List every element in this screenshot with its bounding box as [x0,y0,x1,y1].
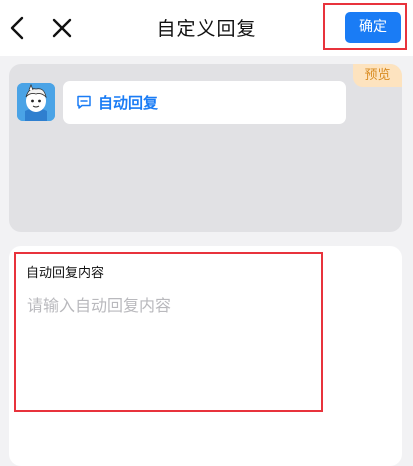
message-square-icon [76,94,92,110]
preview-panel: 预览 自动回复 [9,64,402,232]
auto-reply-preview-bubble: 自动回复 [63,81,346,124]
reply-content-label: 自动回复内容 [26,266,105,281]
preview-tag: 预览 [353,64,402,87]
reply-content-panel: 自动回复内容 [9,246,402,466]
confirm-button[interactable]: 确定 [345,12,401,43]
top-bar: 自定义回复 确定 [0,0,413,56]
avatar-illustration [17,83,55,121]
auto-reply-label: 自动回复 [98,94,159,112]
reply-content-input[interactable] [23,288,321,406]
avatar [17,83,55,121]
